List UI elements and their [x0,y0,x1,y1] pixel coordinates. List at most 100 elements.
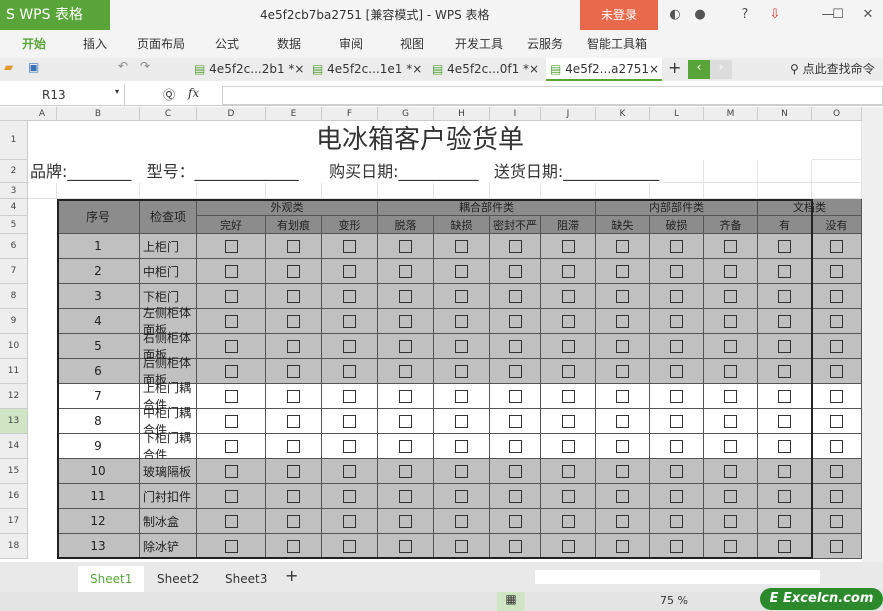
checkbox-cell[interactable] [704,434,758,459]
group-header[interactable]: 文档类 [758,199,862,216]
checkbox[interactable] [561,314,575,328]
checkbox[interactable] [561,539,575,553]
checkbox[interactable] [224,264,238,278]
row-header[interactable]: 10 [0,334,28,359]
cell[interactable] [596,183,650,199]
cell[interactable] [434,183,490,199]
checkbox-cell[interactable] [490,509,541,534]
checkbox-cell[interactable] [197,509,266,534]
new-tab-icon[interactable]: + [668,58,681,77]
checkbox-cell[interactable] [596,384,650,409]
checkbox-cell[interactable] [596,309,650,334]
checkbox-cell[interactable] [490,334,541,359]
checkbox-cell[interactable] [650,334,704,359]
checkbox-cell[interactable] [812,459,862,484]
download-icon[interactable]: ⇩ [765,0,785,30]
column-header[interactable]: I [490,107,541,121]
cell[interactable] [28,183,57,199]
header-item[interactable]: 检查项 [140,199,197,234]
checkbox[interactable] [508,314,522,328]
sub-header[interactable]: 缺损 [434,216,490,234]
checkbox[interactable] [287,514,300,528]
checkbox[interactable] [616,439,629,453]
cell[interactable] [812,160,862,183]
column-header[interactable]: F [322,107,378,121]
cell[interactable] [704,160,758,183]
checkbox[interactable] [616,539,629,553]
undo-icon[interactable]: ↶ [118,59,128,73]
row-header[interactable]: 14 [0,434,28,459]
checkbox-cell[interactable] [197,484,266,509]
cell[interactable] [197,183,266,199]
prev-tab-icon[interactable]: ‹ [688,60,710,79]
item-no[interactable]: 11 [57,484,140,509]
checkbox[interactable] [778,464,791,478]
checkbox-cell[interactable] [596,359,650,384]
checkbox-cell[interactable] [434,259,490,284]
checkbox-cell[interactable] [704,309,758,334]
header-no[interactable]: 序号 [57,199,140,234]
checkbox[interactable] [399,289,412,303]
sub-header[interactable]: 齐备 [704,216,758,234]
checkbox-cell[interactable] [704,534,758,559]
sub-header[interactable]: 有划痕 [266,216,322,234]
checkbox[interactable] [724,489,737,503]
checkbox-cell[interactable] [490,259,541,284]
checkbox[interactable] [287,289,300,303]
column-header[interactable]: H [434,107,490,121]
checkbox[interactable] [616,364,629,378]
sub-header[interactable]: 没有 [812,216,862,234]
checkbox-cell[interactable] [596,484,650,509]
checkbox[interactable] [455,464,468,478]
checkbox[interactable] [616,314,629,328]
checkbox-cell[interactable] [812,259,862,284]
cell[interactable] [378,183,434,199]
item-no[interactable]: 8 [57,409,140,434]
checkbox[interactable] [287,464,300,478]
checkbox[interactable] [616,464,629,478]
checkbox-cell[interactable] [197,459,266,484]
checkbox[interactable] [561,514,575,528]
checkbox-cell[interactable] [650,434,704,459]
doc-tab[interactable]: ▤ 4e5f2...a2751× [546,58,662,81]
checkbox-cell[interactable] [322,434,378,459]
row-header[interactable]: 18 [0,534,28,559]
column-header[interactable]: N [758,107,812,121]
item-no[interactable]: 5 [57,334,140,359]
checkbox-cell[interactable] [322,284,378,309]
item-name[interactable]: 上柜门 [140,234,197,259]
column-header[interactable]: E [266,107,322,121]
checkbox[interactable] [224,414,238,428]
checkbox-cell[interactable] [490,309,541,334]
checkbox[interactable] [508,464,522,478]
checkbox-cell[interactable] [378,334,434,359]
column-header[interactable]: L [650,107,704,121]
doc-tab[interactable]: ▤ 4e5f2c...1e1 *× [308,58,424,81]
sub-header[interactable]: 阻滞 [541,216,596,234]
checkbox[interactable] [343,264,356,278]
open-icon[interactable]: ▰ [4,60,13,74]
checkbox-cell[interactable] [812,534,862,559]
checkbox-cell[interactable] [434,459,490,484]
checkbox-cell[interactable] [704,384,758,409]
checkbox[interactable] [724,514,737,528]
name-box[interactable]: R13 [0,84,125,106]
item-no[interactable]: 4 [57,309,140,334]
checkbox[interactable] [343,489,356,503]
checkbox-cell[interactable] [197,384,266,409]
checkbox[interactable] [561,289,575,303]
checkbox-cell[interactable] [812,359,862,384]
cell[interactable] [650,183,704,199]
checkbox[interactable] [561,239,575,253]
checkbox[interactable] [455,414,468,428]
checkbox[interactable] [670,339,683,353]
checkbox[interactable] [778,289,791,303]
login-button[interactable]: 未登录 [580,0,658,30]
checkbox[interactable] [670,489,683,503]
sub-header[interactable]: 破损 [650,216,704,234]
checkbox[interactable] [670,514,683,528]
checkbox-cell[interactable] [758,259,812,284]
checkbox-cell[interactable] [322,334,378,359]
checkbox-cell[interactable] [266,309,322,334]
checkbox[interactable] [508,539,522,553]
